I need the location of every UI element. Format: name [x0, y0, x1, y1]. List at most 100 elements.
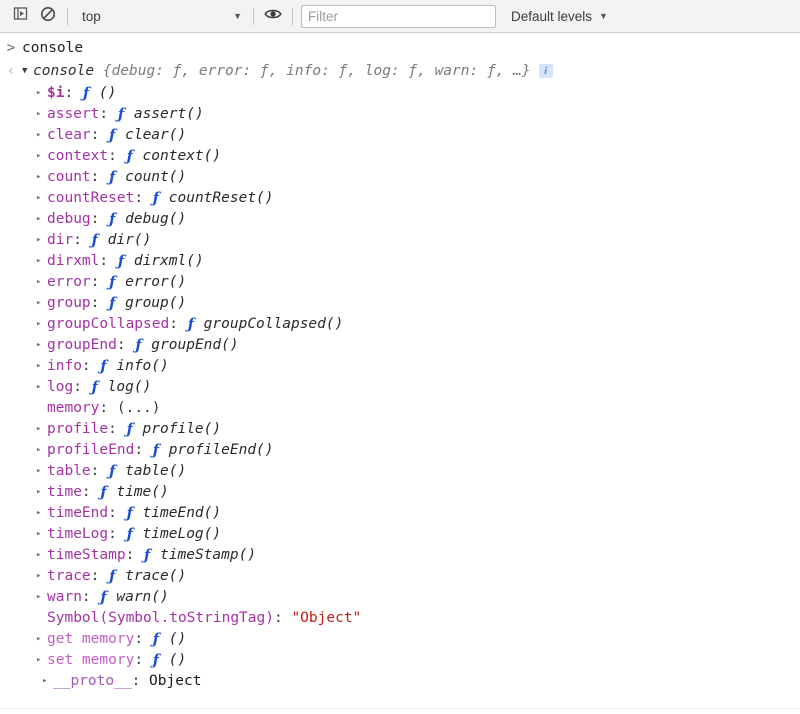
property-expand-triangle[interactable]: ▸ [36, 83, 47, 104]
property-separator: : [134, 442, 152, 458]
property-expand-triangle[interactable]: ▸ [36, 566, 47, 587]
execution-context-selector[interactable]: top ▼ [73, 4, 248, 28]
property-value: error() [116, 274, 187, 290]
object-property-row[interactable]: ▸ count: ƒ count() [0, 167, 800, 188]
property-value: profileEnd() [160, 442, 274, 458]
property-value: () [90, 85, 117, 101]
property-expand-triangle[interactable]: ▸ [36, 314, 47, 335]
property-expand-triangle[interactable]: ▸ [36, 524, 47, 545]
property-expand-triangle[interactable]: ▸ [36, 188, 47, 209]
property-expand-triangle[interactable]: ▸ [36, 125, 47, 146]
object-property-row[interactable]: ▸ assert: ƒ assert() [0, 104, 800, 125]
property-value: countReset() [160, 190, 274, 206]
property-expand-triangle[interactable]: ▸ [36, 272, 47, 293]
property-expand-triangle[interactable]: ▸ [36, 209, 47, 230]
property-expand-triangle[interactable]: ▸ [36, 650, 47, 671]
object-property-row[interactable]: Symbol(Symbol.toStringTag): "Object" [0, 608, 800, 629]
property-name: dir [47, 232, 74, 248]
property-expand-triangle[interactable]: ▸ [36, 629, 47, 650]
property-value: profile() [133, 421, 222, 437]
console-input-message[interactable]: > console [0, 35, 800, 61]
object-property-row[interactable]: ▸ table: ƒ table() [0, 461, 800, 482]
property-separator: : [81, 484, 100, 500]
property-name: info [47, 358, 82, 374]
log-levels-selector[interactable]: Default levels ▼ [505, 4, 614, 28]
property-expand-triangle[interactable]: ▸ [36, 377, 47, 398]
property-expand-triangle[interactable]: ▸ [36, 293, 47, 314]
eye-icon [264, 7, 282, 26]
object-property-row[interactable]: ▸ dir: ƒ dir() [0, 230, 800, 251]
object-property-row[interactable]: ▸ $i: ƒ () [0, 83, 800, 104]
live-expression-button[interactable] [259, 3, 287, 29]
property-value: dirxml() [125, 253, 204, 269]
object-property-row[interactable]: ▸ profile: ƒ profile() [0, 419, 800, 440]
object-property-row[interactable]: ▸ time: ƒ time() [0, 482, 800, 503]
property-expand-triangle[interactable]: ▸ [36, 230, 47, 251]
object-property-row[interactable]: memory: (...) [0, 398, 800, 419]
object-property-row[interactable]: ▸ __proto__: Object [0, 671, 800, 692]
property-value: assert() [125, 106, 204, 122]
toolbar-divider-2 [253, 7, 254, 25]
property-separator: : [108, 421, 126, 437]
object-property-row[interactable]: ▸ countReset: ƒ countReset() [0, 188, 800, 209]
property-expand-triangle[interactable]: ▸ [36, 419, 47, 440]
function-sigil-icon: ƒ [91, 232, 98, 249]
property-expand-triangle[interactable]: ▸ [36, 167, 47, 188]
property-separator: : [90, 169, 109, 185]
object-property-row[interactable]: ▸ dirxml: ƒ dirxml() [0, 251, 800, 272]
object-property-row[interactable]: ▸ context: ƒ context() [0, 146, 800, 167]
property-value: timeLog() [133, 526, 222, 542]
console-sidebar-toggle-button[interactable] [6, 3, 34, 29]
object-property-row[interactable]: ▸ get memory: ƒ () [0, 629, 800, 650]
info-badge-icon[interactable]: i [538, 64, 553, 78]
clear-console-button[interactable] [34, 3, 62, 29]
property-expand-triangle[interactable]: ▸ [36, 251, 47, 272]
object-property-row[interactable]: ▸ clear: ƒ clear() [0, 125, 800, 146]
property-expand-triangle[interactable]: ▸ [36, 545, 47, 566]
object-property-row[interactable]: ▸ timeLog: ƒ timeLog() [0, 524, 800, 545]
console-result-message[interactable]: ‹ ▼ console {debug: ƒ, error: ƒ, info: ƒ… [0, 61, 800, 83]
object-property-row[interactable]: ▸ trace: ƒ trace() [0, 566, 800, 587]
object-property-row[interactable]: ▸ groupEnd: ƒ groupEnd() [0, 335, 800, 356]
function-sigil-icon: ƒ [100, 484, 107, 501]
property-name: error [47, 274, 91, 290]
object-property-row[interactable]: ▸ set memory: ƒ () [0, 650, 800, 671]
property-expand-triangle[interactable]: ▸ [36, 587, 47, 608]
object-property-row[interactable]: ▸ log: ƒ log() [0, 377, 800, 398]
filter-input[interactable] [301, 4, 496, 28]
property-value: trace() [116, 568, 187, 584]
property-expand-triangle[interactable]: ▸ [36, 356, 47, 377]
object-property-row[interactable]: ▸ debug: ƒ debug() [0, 209, 800, 230]
property-expand-triangle[interactable]: ▸ [36, 461, 47, 482]
object-property-row[interactable]: ▸ profileEnd: ƒ profileEnd() [0, 440, 800, 461]
object-property-row[interactable]: ▸ timeStamp: ƒ timeStamp() [0, 545, 800, 566]
property-value: time() [107, 484, 169, 500]
property-name: groupCollapsed [47, 316, 170, 332]
property-expand-triangle[interactable]: ▸ [42, 671, 53, 692]
object-property-row[interactable]: ▸ error: ƒ error() [0, 272, 800, 293]
property-expand-triangle[interactable]: ▸ [36, 335, 47, 356]
object-expand-triangle[interactable]: ▼ [22, 61, 33, 82]
function-sigil-icon: ƒ [109, 211, 116, 228]
object-property-row[interactable]: ▸ groupCollapsed: ƒ groupCollapsed() [0, 314, 800, 335]
property-name: log [47, 379, 74, 395]
object-property-row[interactable]: ▸ info: ƒ info() [0, 356, 800, 377]
property-expand-triangle[interactable]: ▸ [36, 440, 47, 461]
property-expand-triangle[interactable]: ▸ [36, 482, 47, 503]
object-property-row[interactable]: ▸ timeEnd: ƒ timeEnd() [0, 503, 800, 524]
property-value: () [160, 652, 187, 668]
object-property-row[interactable]: ▸ group: ƒ group() [0, 293, 800, 314]
property-expand-triangle[interactable]: ▸ [36, 146, 47, 167]
function-sigil-icon: ƒ [117, 253, 125, 270]
property-name: countReset [47, 190, 135, 206]
property-name: set memory [47, 652, 135, 668]
object-property-row[interactable]: ▸ warn: ƒ warn() [0, 587, 800, 608]
property-value: groupEnd() [142, 337, 239, 353]
property-expand-triangle[interactable]: ▸ [36, 503, 47, 524]
property-value: group() [116, 295, 187, 311]
property-expand-triangle[interactable]: ▸ [36, 104, 47, 125]
clear-console-icon [40, 6, 56, 27]
property-value: timeEnd() [133, 505, 222, 521]
property-name: time [47, 484, 82, 500]
property-separator: : [108, 505, 126, 521]
